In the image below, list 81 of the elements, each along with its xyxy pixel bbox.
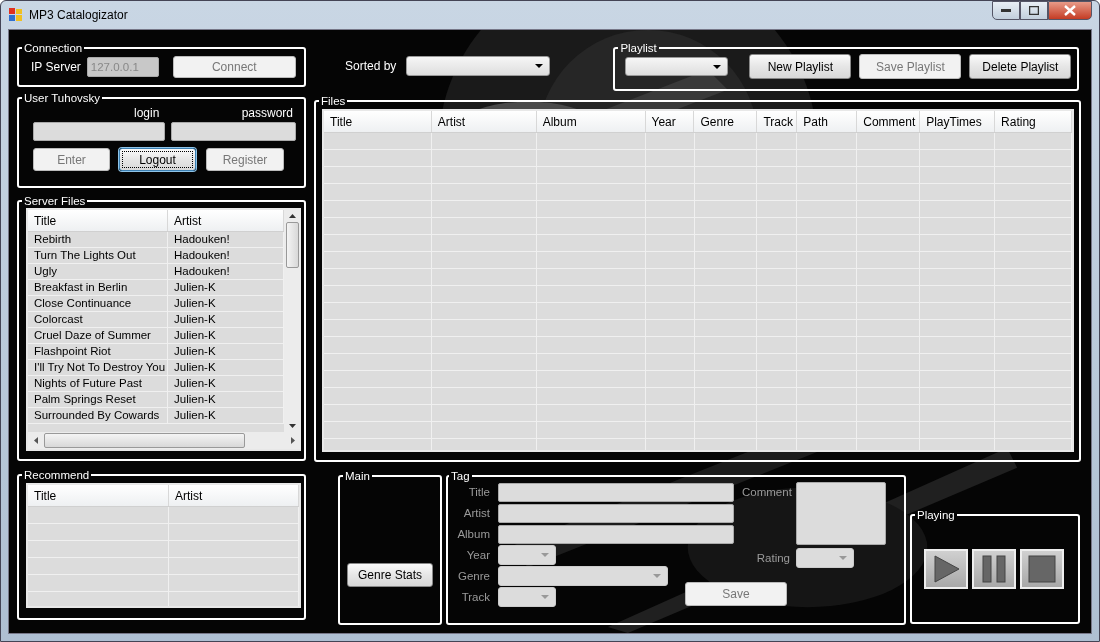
maximize-button[interactable]	[1020, 1, 1048, 20]
group-title: Connection	[23, 42, 84, 54]
table-cell: Turn The Lights Out	[28, 248, 168, 263]
stop-icon	[1027, 554, 1057, 584]
table-cell: Flashpoint Riot	[28, 344, 168, 359]
scroll-left-icon[interactable]	[34, 437, 38, 444]
close-icon	[1064, 5, 1076, 16]
table-cell: Ugly	[28, 264, 168, 279]
caret-icon	[541, 553, 549, 557]
column-header[interactable]: Genre	[694, 111, 758, 132]
column-header[interactable]: Rating	[995, 111, 1072, 132]
column-header[interactable]: Title	[28, 485, 169, 506]
field-label: Track	[460, 591, 490, 603]
table-cell: Breakfast in Berlin	[28, 280, 168, 295]
playlist-button[interactable]: Delete Playlist	[969, 54, 1072, 79]
column-header[interactable]: Title	[324, 111, 432, 132]
group-title: Playlist	[619, 42, 658, 54]
pause-button[interactable]	[972, 549, 1016, 589]
close-button[interactable]	[1048, 1, 1092, 20]
group-title: Recommend	[23, 469, 91, 481]
minimize-icon	[1001, 8, 1011, 13]
playlist-button[interactable]: New Playlist	[749, 54, 852, 79]
ip-server-label: IP Server	[31, 60, 81, 74]
caret-icon	[541, 595, 549, 599]
scroll-up-icon[interactable]	[289, 214, 296, 218]
column-header[interactable]: Artist	[169, 485, 299, 506]
play-button[interactable]	[924, 549, 968, 589]
field-label: Title	[467, 486, 490, 498]
maximize-icon	[1029, 6, 1039, 15]
field-label: Year	[465, 549, 490, 561]
table-cell: I'll Try Not To Destroy You	[28, 360, 168, 375]
table-cell: Nights of Future Past	[28, 376, 168, 391]
comment-field[interactable]	[796, 482, 886, 545]
stop-button[interactable]	[1020, 549, 1064, 589]
sorted-by-label: Sorted by	[345, 59, 397, 73]
password-label: password	[241, 106, 293, 122]
field-label: Artist	[462, 507, 490, 519]
horizontal-scrollbar[interactable]	[28, 432, 301, 449]
login-field[interactable]	[33, 122, 165, 141]
scroll-thumb[interactable]	[286, 222, 299, 268]
column-header[interactable]: Comment	[857, 111, 921, 132]
column-header[interactable]: Track	[757, 111, 798, 132]
group-title: Server Files	[23, 195, 87, 207]
playlist-dropdown[interactable]	[625, 57, 729, 76]
table-cell: Palm Springs Reset	[28, 392, 168, 407]
play-icon	[931, 554, 961, 584]
scroll-down-icon[interactable]	[289, 424, 296, 428]
scroll-right-icon[interactable]	[291, 437, 295, 444]
group-title: Main	[344, 470, 371, 482]
column-header[interactable]: Album	[536, 111, 646, 132]
table-cell: Cruel Daze of Summer	[28, 328, 168, 343]
rating-label: Rating	[755, 552, 790, 564]
window-title: MP3 Catalogizator	[29, 8, 128, 22]
column-header[interactable]: Path	[797, 111, 858, 132]
group-title: Files	[320, 95, 347, 107]
minimize-button[interactable]	[992, 1, 1020, 20]
table-cell: Close Continuance	[28, 296, 168, 311]
group-title: Tag	[450, 470, 471, 482]
app-icon	[9, 8, 23, 22]
group-title: Playing	[916, 509, 956, 521]
group-title: User Tuhovsky	[23, 92, 102, 104]
caret-icon	[839, 556, 847, 560]
column-header[interactable]: Title	[28, 210, 168, 231]
pause-icon	[979, 554, 1009, 584]
field-label: Genre	[457, 570, 490, 582]
field-label: Album	[456, 528, 490, 540]
comment-label: Comment	[742, 485, 790, 498]
table-cell: Rebirth	[28, 232, 168, 247]
user-button[interactable]: Logout	[119, 148, 196, 171]
column-header[interactable]: Artist	[431, 111, 537, 132]
login-label: login	[134, 106, 160, 122]
caret-icon	[653, 574, 661, 578]
table-cell: Surrounded By Cowards	[28, 408, 168, 423]
password-field[interactable]	[171, 122, 296, 141]
vertical-scrollbar[interactable]	[284, 210, 301, 432]
sorted-by-dropdown[interactable]	[406, 56, 551, 76]
table-cell: Colorcast	[28, 312, 168, 327]
column-header[interactable]: Year	[645, 111, 695, 132]
genre-stats-button[interactable]: Genre Stats	[347, 562, 433, 587]
column-header[interactable]: PlayTimes	[920, 111, 996, 132]
scroll-thumb[interactable]	[44, 433, 245, 448]
